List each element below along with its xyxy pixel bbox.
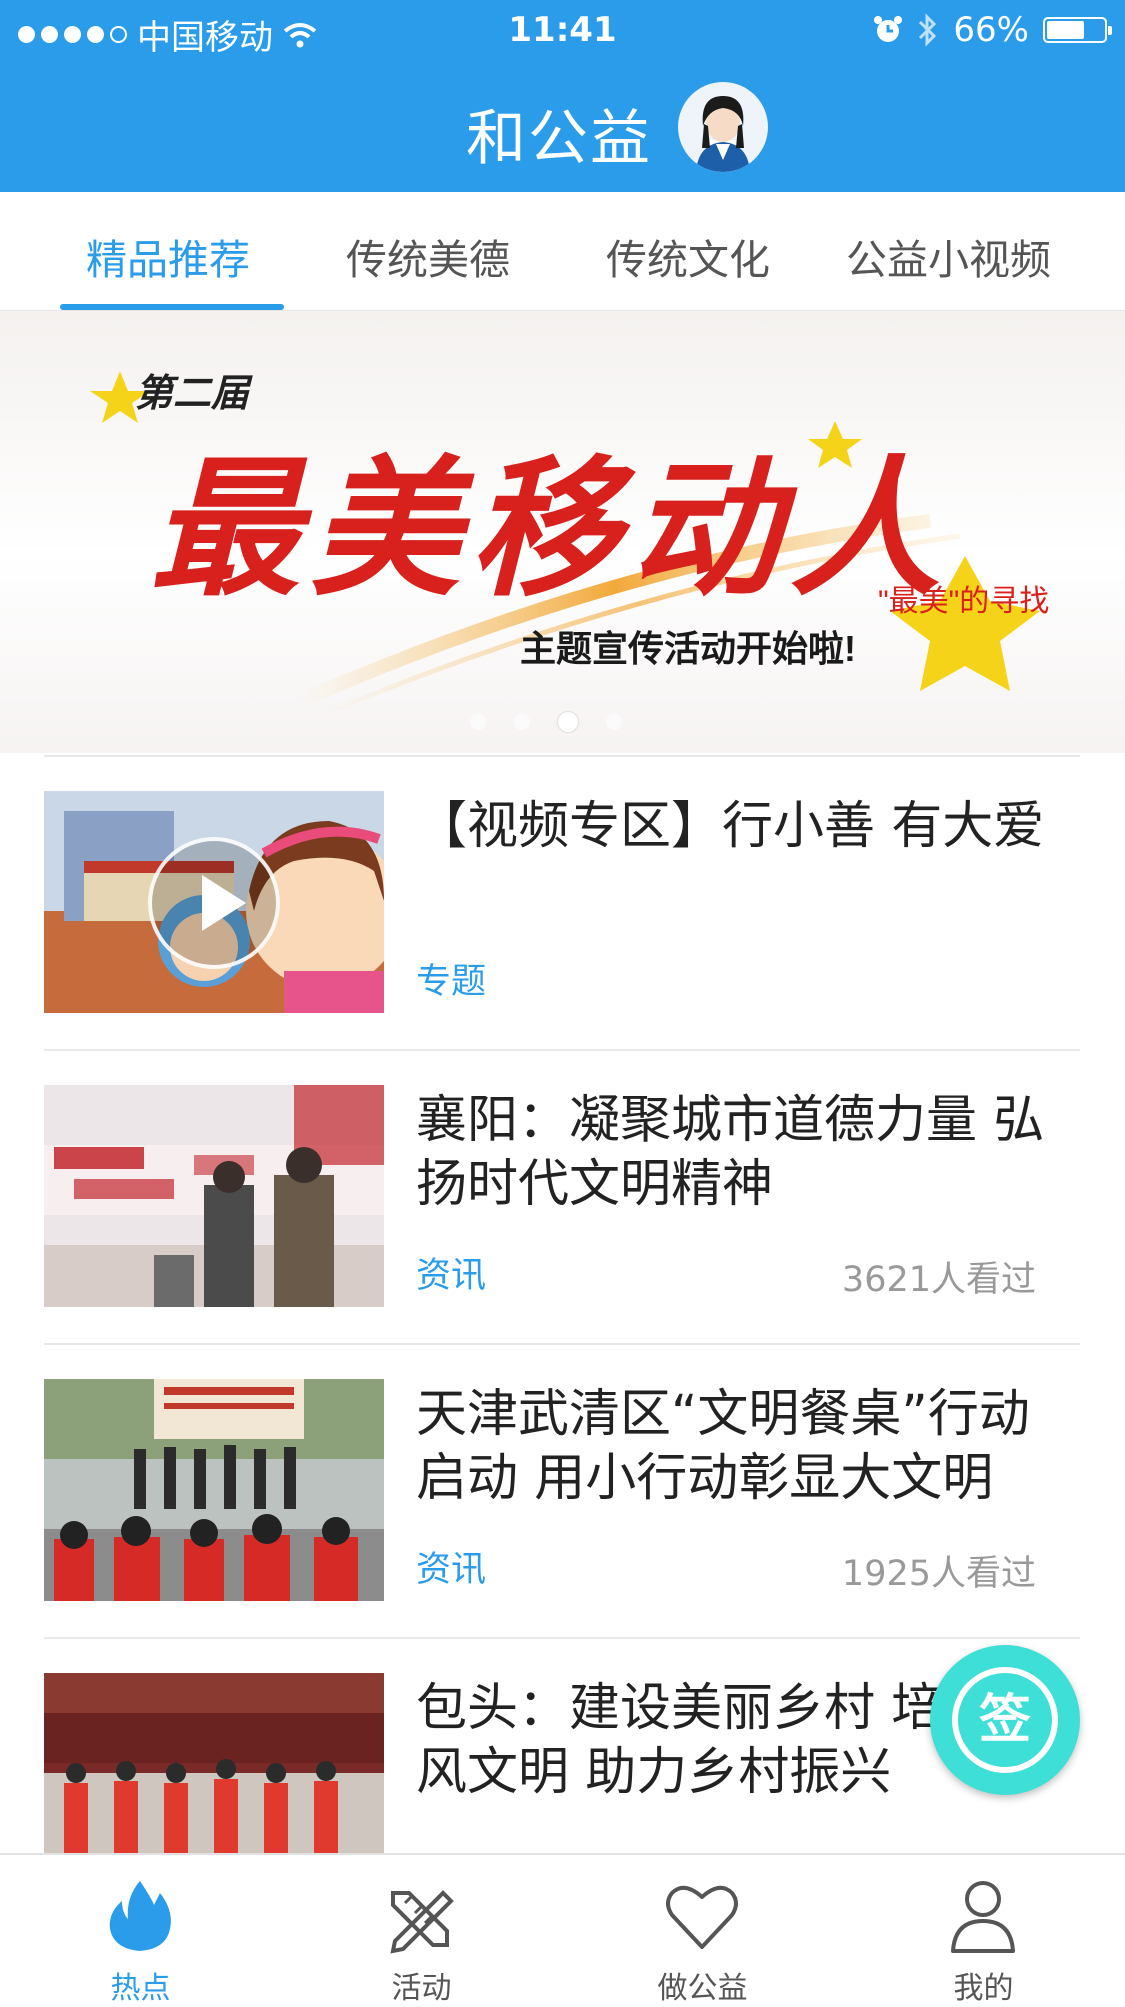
alarm-icon [874,16,903,42]
banner-badge: "最美"的寻找 [878,585,1049,618]
article-title[interactable]: 襄阳：凝聚城市道德力量 弘扬时代文明精神 [416,1089,1080,1217]
nav-hot-label: 热点 [110,1971,171,2006]
banner-edition: 第二届 [135,373,253,415]
article-title[interactable]: 天津武清区“文明餐桌”行动启动 用小行动彰显大文明 [416,1383,1080,1511]
heart-icon [666,1885,738,1949]
bottom-nav: 热点 活动 做公益 我的 [0,1853,1125,2006]
page-title: 和公益 [466,104,652,174]
status-bar: 中国移动 11:41 66% [0,0,1125,62]
article-thumbnail [44,791,384,1013]
nav-activities[interactable]: 活动 [281,1855,562,2006]
bluetooth-icon [919,13,937,47]
avatar[interactable] [678,82,768,172]
article-tag: 资讯 [416,1256,487,1296]
tab-traditional-culture[interactable]: 传统文化 [606,226,770,286]
sign-in-button[interactable]: 签 [930,1645,1080,1795]
tab-charity-videos[interactable]: 公益小视频 [846,226,1051,286]
view-count: 1925人看过 [841,1554,1036,1594]
nav-mine-label: 我的 [953,1971,1014,2006]
active-tab-indicator [60,304,284,310]
banner-dot[interactable] [470,714,486,730]
battery-icon [1043,17,1112,43]
view-count: 3621人看过 [841,1260,1036,1300]
list-item[interactable]: 襄阳：凝聚城市道德力量 弘扬时代文明精神 资讯 3621人看过 [44,1049,1080,1345]
battery-percent: 66% [953,10,1029,50]
article-tag: 专题 [416,962,487,1002]
nav-mine[interactable]: 我的 [843,1855,1124,2006]
list-item[interactable]: 【视频专区】行小善 有大爱 专题 [44,755,1080,1051]
article-thumbnail [44,1085,384,1307]
banner-subtitle: 主题宣传活动开始啦! [520,628,856,669]
banner-dot-active[interactable] [558,712,578,732]
person-icon [951,1881,1015,1953]
article-title[interactable]: 【视频专区】行小善 有大爱 [416,795,1080,859]
pencil-ruler-icon [390,1890,454,1954]
tab-featured[interactable]: 精品推荐 [86,226,250,286]
banner-pagination [470,712,622,732]
list-item[interactable]: 天津武清区“文明餐桌”行动启动 用小行动彰显大文明 资讯 1925人看过 [44,1343,1080,1639]
tab-traditional-virtue[interactable]: 传统美德 [346,226,510,286]
article-thumbnail [44,1379,384,1601]
banner-headline: 最美移动人 [150,441,950,617]
banner-dot[interactable] [606,714,622,730]
sign-in-label: 签 [952,1667,1058,1773]
nav-activities-label: 活动 [391,1971,452,2006]
status-right: 66% [873,10,1112,50]
banner-dot[interactable] [514,714,530,730]
play-icon[interactable] [148,837,280,969]
flame-icon [109,1881,171,1951]
nav-hot[interactable]: 热点 [0,1855,281,2006]
category-tabs: 精品推荐 传统美德 传统文化 公益小视频 [0,192,1125,311]
promo-banner[interactable]: 第二届 最美移动人 主题宣传活动开始啦! "最美"的寻找 [0,311,1125,753]
app-header: 和公益 [0,62,1125,192]
nav-do-charity[interactable]: 做公益 [562,1855,843,2006]
nav-do-charity-label: 做公益 [657,1971,748,2006]
article-tag: 资讯 [416,1550,487,1590]
